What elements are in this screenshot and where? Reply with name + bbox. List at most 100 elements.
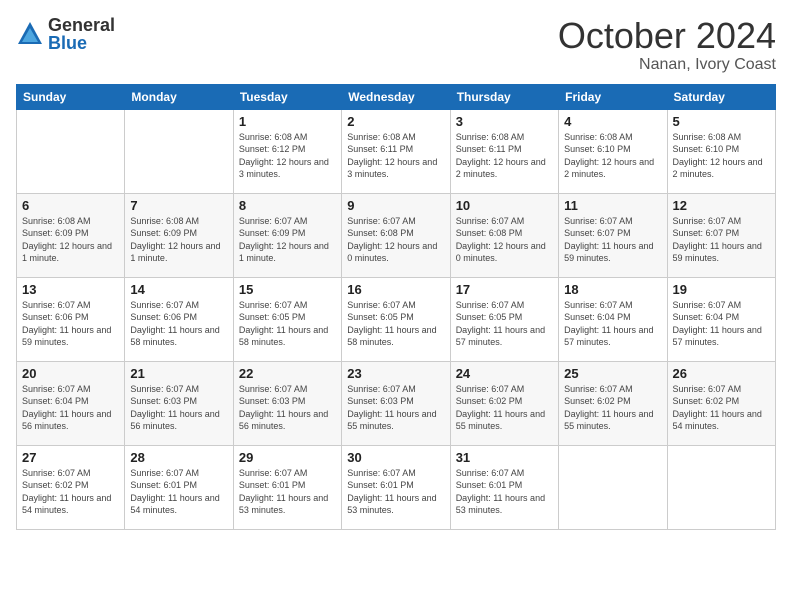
header-thursday: Thursday xyxy=(450,84,558,109)
table-row: 4 Sunrise: 6:08 AM Sunset: 6:10 PM Dayli… xyxy=(559,109,667,193)
day-info: Sunrise: 6:07 AM Sunset: 6:05 PM Dayligh… xyxy=(239,300,328,348)
day-info: Sunrise: 6:07 AM Sunset: 6:02 PM Dayligh… xyxy=(673,384,762,432)
table-row: 27 Sunrise: 6:07 AM Sunset: 6:02 PM Dayl… xyxy=(17,445,125,529)
table-row xyxy=(125,109,233,193)
table-row: 13 Sunrise: 6:07 AM Sunset: 6:06 PM Dayl… xyxy=(17,277,125,361)
table-row: 26 Sunrise: 6:07 AM Sunset: 6:02 PM Dayl… xyxy=(667,361,775,445)
table-row xyxy=(559,445,667,529)
day-number: 30 xyxy=(347,450,444,465)
logo: General Blue xyxy=(16,16,115,52)
day-number: 14 xyxy=(130,282,227,297)
day-info: Sunrise: 6:07 AM Sunset: 6:08 PM Dayligh… xyxy=(456,216,546,264)
day-info: Sunrise: 6:07 AM Sunset: 6:02 PM Dayligh… xyxy=(22,468,111,516)
day-number: 3 xyxy=(456,114,553,129)
day-number: 25 xyxy=(564,366,661,381)
day-info: Sunrise: 6:07 AM Sunset: 6:06 PM Dayligh… xyxy=(22,300,111,348)
table-row: 15 Sunrise: 6:07 AM Sunset: 6:05 PM Dayl… xyxy=(233,277,341,361)
table-row: 10 Sunrise: 6:07 AM Sunset: 6:08 PM Dayl… xyxy=(450,193,558,277)
table-row: 9 Sunrise: 6:07 AM Sunset: 6:08 PM Dayli… xyxy=(342,193,450,277)
day-number: 22 xyxy=(239,366,336,381)
table-row: 23 Sunrise: 6:07 AM Sunset: 6:03 PM Dayl… xyxy=(342,361,450,445)
day-info: Sunrise: 6:07 AM Sunset: 6:07 PM Dayligh… xyxy=(673,216,762,264)
day-number: 28 xyxy=(130,450,227,465)
day-number: 12 xyxy=(673,198,770,213)
day-info: Sunrise: 6:08 AM Sunset: 6:09 PM Dayligh… xyxy=(22,216,112,264)
table-row: 24 Sunrise: 6:07 AM Sunset: 6:02 PM Dayl… xyxy=(450,361,558,445)
day-number: 21 xyxy=(130,366,227,381)
header-wednesday: Wednesday xyxy=(342,84,450,109)
table-row: 14 Sunrise: 6:07 AM Sunset: 6:06 PM Dayl… xyxy=(125,277,233,361)
day-number: 31 xyxy=(456,450,553,465)
day-number: 16 xyxy=(347,282,444,297)
table-row: 19 Sunrise: 6:07 AM Sunset: 6:04 PM Dayl… xyxy=(667,277,775,361)
day-info: Sunrise: 6:07 AM Sunset: 6:07 PM Dayligh… xyxy=(564,216,653,264)
table-row: 17 Sunrise: 6:07 AM Sunset: 6:05 PM Dayl… xyxy=(450,277,558,361)
day-info: Sunrise: 6:07 AM Sunset: 6:08 PM Dayligh… xyxy=(347,216,437,264)
day-info: Sunrise: 6:07 AM Sunset: 6:04 PM Dayligh… xyxy=(22,384,111,432)
header-monday: Monday xyxy=(125,84,233,109)
day-info: Sunrise: 6:07 AM Sunset: 6:04 PM Dayligh… xyxy=(673,300,762,348)
day-info: Sunrise: 6:07 AM Sunset: 6:02 PM Dayligh… xyxy=(456,384,545,432)
month-title: October 2024 xyxy=(558,16,776,56)
table-row: 3 Sunrise: 6:08 AM Sunset: 6:11 PM Dayli… xyxy=(450,109,558,193)
table-row: 1 Sunrise: 6:08 AM Sunset: 6:12 PM Dayli… xyxy=(233,109,341,193)
table-row: 20 Sunrise: 6:07 AM Sunset: 6:04 PM Dayl… xyxy=(17,361,125,445)
day-number: 19 xyxy=(673,282,770,297)
day-number: 7 xyxy=(130,198,227,213)
location-title: Nanan, Ivory Coast xyxy=(558,56,776,74)
header-sunday: Sunday xyxy=(17,84,125,109)
header: General Blue October 2024 Nanan, Ivory C… xyxy=(16,16,776,74)
day-info: Sunrise: 6:08 AM Sunset: 6:12 PM Dayligh… xyxy=(239,132,329,180)
calendar-table: Sunday Monday Tuesday Wednesday Thursday… xyxy=(16,84,776,530)
table-row: 2 Sunrise: 6:08 AM Sunset: 6:11 PM Dayli… xyxy=(342,109,450,193)
week-row-4: 27 Sunrise: 6:07 AM Sunset: 6:02 PM Dayl… xyxy=(17,445,776,529)
day-info: Sunrise: 6:08 AM Sunset: 6:11 PM Dayligh… xyxy=(456,132,546,180)
table-row: 16 Sunrise: 6:07 AM Sunset: 6:05 PM Dayl… xyxy=(342,277,450,361)
day-number: 5 xyxy=(673,114,770,129)
day-number: 17 xyxy=(456,282,553,297)
day-info: Sunrise: 6:07 AM Sunset: 6:03 PM Dayligh… xyxy=(239,384,328,432)
table-row: 28 Sunrise: 6:07 AM Sunset: 6:01 PM Dayl… xyxy=(125,445,233,529)
table-row: 5 Sunrise: 6:08 AM Sunset: 6:10 PM Dayli… xyxy=(667,109,775,193)
logo-text: General Blue xyxy=(48,16,115,52)
day-info: Sunrise: 6:08 AM Sunset: 6:10 PM Dayligh… xyxy=(673,132,763,180)
day-info: Sunrise: 6:07 AM Sunset: 6:01 PM Dayligh… xyxy=(456,468,545,516)
day-number: 4 xyxy=(564,114,661,129)
table-row: 30 Sunrise: 6:07 AM Sunset: 6:01 PM Dayl… xyxy=(342,445,450,529)
table-row: 21 Sunrise: 6:07 AM Sunset: 6:03 PM Dayl… xyxy=(125,361,233,445)
week-row-1: 6 Sunrise: 6:08 AM Sunset: 6:09 PM Dayli… xyxy=(17,193,776,277)
table-row xyxy=(17,109,125,193)
day-info: Sunrise: 6:07 AM Sunset: 6:02 PM Dayligh… xyxy=(564,384,653,432)
day-info: Sunrise: 6:07 AM Sunset: 6:01 PM Dayligh… xyxy=(347,468,436,516)
day-info: Sunrise: 6:07 AM Sunset: 6:01 PM Dayligh… xyxy=(239,468,328,516)
table-row: 11 Sunrise: 6:07 AM Sunset: 6:07 PM Dayl… xyxy=(559,193,667,277)
page: General Blue October 2024 Nanan, Ivory C… xyxy=(0,0,792,612)
day-number: 1 xyxy=(239,114,336,129)
day-number: 13 xyxy=(22,282,119,297)
table-row: 8 Sunrise: 6:07 AM Sunset: 6:09 PM Dayli… xyxy=(233,193,341,277)
day-number: 2 xyxy=(347,114,444,129)
day-info: Sunrise: 6:08 AM Sunset: 6:09 PM Dayligh… xyxy=(130,216,220,264)
day-info: Sunrise: 6:08 AM Sunset: 6:11 PM Dayligh… xyxy=(347,132,437,180)
table-row: 7 Sunrise: 6:08 AM Sunset: 6:09 PM Dayli… xyxy=(125,193,233,277)
day-info: Sunrise: 6:07 AM Sunset: 6:05 PM Dayligh… xyxy=(456,300,545,348)
day-info: Sunrise: 6:07 AM Sunset: 6:04 PM Dayligh… xyxy=(564,300,653,348)
day-number: 8 xyxy=(239,198,336,213)
logo-general: General xyxy=(48,16,115,34)
table-row: 25 Sunrise: 6:07 AM Sunset: 6:02 PM Dayl… xyxy=(559,361,667,445)
day-info: Sunrise: 6:07 AM Sunset: 6:06 PM Dayligh… xyxy=(130,300,219,348)
day-number: 26 xyxy=(673,366,770,381)
header-tuesday: Tuesday xyxy=(233,84,341,109)
day-number: 10 xyxy=(456,198,553,213)
day-number: 15 xyxy=(239,282,336,297)
table-row: 31 Sunrise: 6:07 AM Sunset: 6:01 PM Dayl… xyxy=(450,445,558,529)
weekday-header-row: Sunday Monday Tuesday Wednesday Thursday… xyxy=(17,84,776,109)
day-number: 27 xyxy=(22,450,119,465)
title-block: October 2024 Nanan, Ivory Coast xyxy=(558,16,776,74)
day-info: Sunrise: 6:07 AM Sunset: 6:01 PM Dayligh… xyxy=(130,468,219,516)
day-info: Sunrise: 6:08 AM Sunset: 6:10 PM Dayligh… xyxy=(564,132,654,180)
logo-blue: Blue xyxy=(48,34,115,52)
week-row-3: 20 Sunrise: 6:07 AM Sunset: 6:04 PM Dayl… xyxy=(17,361,776,445)
header-friday: Friday xyxy=(559,84,667,109)
day-number: 23 xyxy=(347,366,444,381)
